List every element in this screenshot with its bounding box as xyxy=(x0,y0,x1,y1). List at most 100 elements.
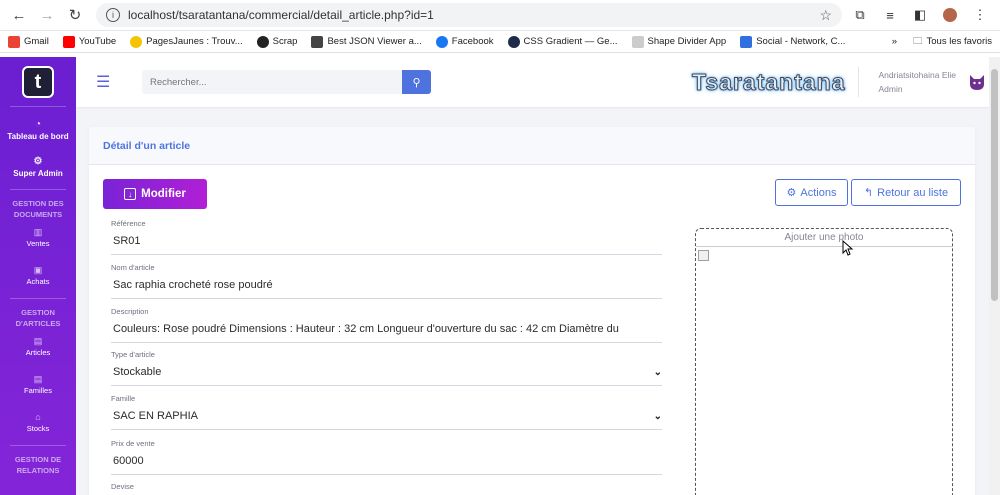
sale-price-input[interactable]: 60000 xyxy=(111,449,662,474)
facebook-icon xyxy=(435,35,448,48)
brand-logo: Tsaratantana xyxy=(692,68,846,95)
family-label: Famille xyxy=(111,394,136,403)
cat-avatar-icon xyxy=(970,75,984,90)
reference-input[interactable]: SR01 xyxy=(111,229,662,254)
gear-icon: ⚙ xyxy=(786,187,797,199)
sidebar-divider xyxy=(10,445,66,446)
topbar: ☰ ⚲ Tsaratantana Andriatsitohaina Elie A… xyxy=(76,57,1000,107)
bookmark-shape-divider[interactable]: Shape Divider App xyxy=(631,35,726,48)
sidebar-divider xyxy=(10,189,66,190)
bookmark-pagesjaunes[interactable]: PagesJaunes : Trouv... xyxy=(130,35,243,48)
sidebar-section-articles: GESTION D'ARTICLES xyxy=(15,308,61,328)
family-field: Famille SAC EN RAPHIA ⌄ xyxy=(111,394,662,430)
article-detail-card: Détail d'un article ↓ Modifier ⚙ Actions… xyxy=(89,127,975,495)
description-field: Description Couleurs: Rose poudré Dimens… xyxy=(111,307,662,343)
search-input[interactable] xyxy=(142,70,402,94)
sidebar-item-stocks[interactable]: ⌂ Stocks xyxy=(0,407,76,439)
extensions-icon[interactable]: ⧉ xyxy=(848,3,872,27)
article-name-input[interactable]: Sac raphia crocheté rose poudré xyxy=(111,273,662,298)
sidebar-item-ventes[interactable]: ▥ Ventes xyxy=(0,222,76,254)
currency-field: Devise xyxy=(111,482,662,492)
more-bookmarks-icon[interactable]: » xyxy=(892,36,897,47)
bookmark-social-network[interactable]: Social - Network, C... xyxy=(740,35,845,48)
url-text[interactable]: localhost/tsaratantana/commercial/detail… xyxy=(128,8,811,22)
user-role: Admin xyxy=(878,84,903,94)
sidebar-item-familles[interactable]: ▤ Familles xyxy=(0,369,76,401)
family-select[interactable]: SAC EN RAPHIA ⌄ xyxy=(111,404,662,429)
bookmark-css-gradient[interactable]: CSS Gradient — Ge... xyxy=(507,35,618,48)
modify-button[interactable]: ↓ Modifier xyxy=(103,179,207,209)
main-content: ☰ ⚲ Tsaratantana Andriatsitohaina Elie A… xyxy=(76,57,1000,495)
download-icon: ↓ xyxy=(124,188,137,200)
app-logo[interactable]: t xyxy=(22,66,54,98)
menu-icon[interactable]: ⋮ xyxy=(968,3,992,27)
sidebar-item-achats[interactable]: ▣ Achats xyxy=(0,260,76,292)
mouse-cursor-icon xyxy=(842,240,854,256)
bookmark-youtube[interactable]: YouTube xyxy=(62,35,116,48)
card-title: Détail d'un article xyxy=(89,127,975,165)
social-network-icon xyxy=(740,35,753,48)
user-info[interactable]: Andriatsitohaina Elie Admin xyxy=(879,68,957,96)
currency-label: Devise xyxy=(111,482,134,491)
hamburger-menu-icon[interactable]: ☰ xyxy=(96,72,118,92)
search-button[interactable]: ⚲ xyxy=(402,70,431,94)
list-icon: ▤ xyxy=(33,336,43,346)
article-name-label: Nom d'article xyxy=(111,263,155,272)
sale-price-label: Prix de vente xyxy=(111,439,155,448)
scrap-icon xyxy=(256,35,269,48)
sidebar-item-articles[interactable]: ▤ Articles xyxy=(0,331,76,363)
article-type-field: Type d'article Stockable ⌄ xyxy=(111,350,662,386)
page-scrollbar[interactable] xyxy=(989,57,1000,495)
bookmark-json-viewer[interactable]: Best JSON Viewer a... xyxy=(311,35,422,48)
add-photo-label[interactable]: Ajouter une photo xyxy=(696,229,952,247)
bag-icon: ▣ xyxy=(33,265,43,275)
css-gradient-icon xyxy=(507,35,520,48)
profile-icon[interactable] xyxy=(938,3,962,27)
gear-icon: ⚙ xyxy=(33,156,43,167)
user-avatar[interactable] xyxy=(966,71,988,93)
bookmark-star-icon[interactable]: ☆ xyxy=(819,7,832,24)
chart-icon: ▥ xyxy=(33,227,43,237)
folder-icon: 🗀 xyxy=(913,35,923,47)
sidebar-divider xyxy=(10,106,66,107)
pagesjaunes-icon xyxy=(130,35,143,48)
scrollbar-thumb[interactable] xyxy=(991,69,998,301)
json-viewer-icon xyxy=(311,35,324,48)
back-to-list-button[interactable]: ↰ Retour au liste xyxy=(851,179,961,206)
sidebar-section-relations: GESTION DE RELATIONS xyxy=(14,455,62,475)
bookmark-gmail[interactable]: Gmail xyxy=(8,35,49,48)
sidebar-section-documents: GESTION DES DOCUMENTS xyxy=(12,199,64,219)
actions-button[interactable]: ⚙ Actions xyxy=(775,179,848,206)
dashboard-icon: ◔ xyxy=(34,119,42,130)
user-name: Andriatsitohaina Elie xyxy=(878,70,957,80)
broken-image-icon xyxy=(698,250,709,261)
address-bar[interactable]: i localhost/tsaratantana/commercial/deta… xyxy=(96,3,842,27)
article-type-select[interactable]: Stockable ⌄ xyxy=(111,360,662,385)
bookmarks-bar: Gmail YouTube PagesJaunes : Trouv... Scr… xyxy=(0,31,1000,53)
all-bookmarks-folder[interactable]: 🗀 Tous les favoris xyxy=(913,34,992,50)
search-form: ⚲ xyxy=(142,70,431,94)
sidebar-item-super-admin[interactable]: ⚙ Super Admin xyxy=(0,152,76,183)
youtube-icon xyxy=(62,35,75,48)
chevron-down-icon: ⌄ xyxy=(653,411,662,422)
article-name-field: Nom d'article Sac raphia crocheté rose p… xyxy=(111,263,662,299)
description-label: Description xyxy=(111,307,149,316)
bookmark-scrap[interactable]: Scrap xyxy=(256,35,297,48)
sidebar-item-dashboard[interactable]: ◔ Tableau de bord xyxy=(0,115,76,146)
site-info-icon[interactable]: i xyxy=(106,8,120,22)
sidebar: t ◔ Tableau de bord ⚙ Super Admin GESTIO… xyxy=(0,57,76,495)
search-icon: ⚲ xyxy=(412,76,421,89)
topbar-divider xyxy=(857,67,859,97)
back-icon[interactable]: ← xyxy=(8,4,30,26)
return-arrow-icon: ↰ xyxy=(863,187,874,199)
sidepanel-icon[interactable]: ◧ xyxy=(908,3,932,27)
description-input[interactable]: Couleurs: Rose poudré Dimensions : Haute… xyxy=(111,317,662,342)
forward-icon[interactable]: → xyxy=(36,4,58,26)
media-icon[interactable]: ≡ xyxy=(878,3,902,27)
reload-icon[interactable]: ↻ xyxy=(64,4,86,26)
sidebar-divider xyxy=(10,298,66,299)
gmail-icon xyxy=(8,35,20,48)
sale-price-field: Prix de vente 60000 xyxy=(111,439,662,475)
bookmark-facebook[interactable]: Facebook xyxy=(435,35,494,48)
photo-dropzone[interactable]: Ajouter une photo xyxy=(695,228,953,495)
